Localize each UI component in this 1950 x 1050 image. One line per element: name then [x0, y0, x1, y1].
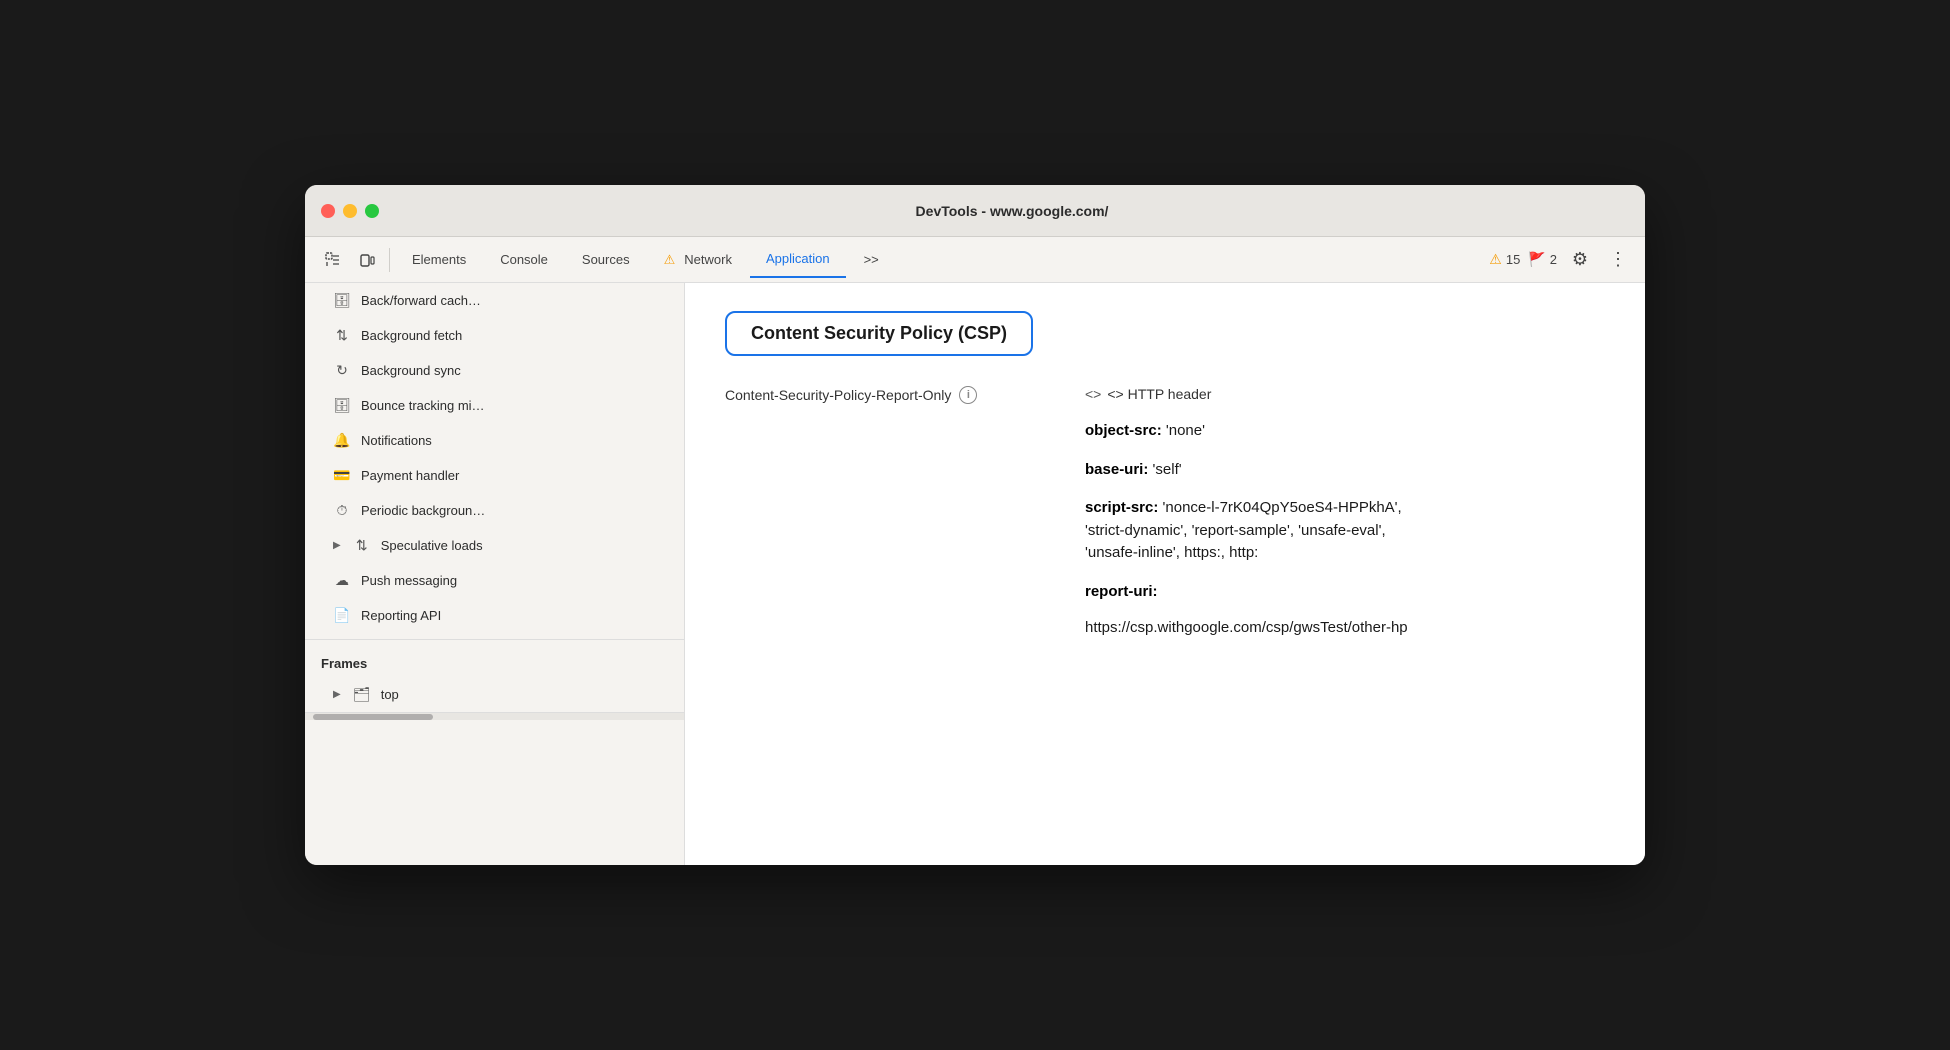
speculative-icon: ⇅	[353, 537, 371, 554]
sync-icon: ↻	[333, 362, 351, 379]
frames-folder-icon: 🗂	[353, 686, 371, 703]
more-options-button[interactable]: ⋮	[1603, 245, 1633, 275]
tab-elements[interactable]: Elements	[396, 242, 482, 278]
http-header-tag: <> <> HTTP header	[1085, 384, 1211, 402]
csp-script-src: script-src: 'nonce-l-7rK04QpY5oeS4-HPPkh…	[1085, 497, 1605, 565]
csp-details: object-src: 'none' base-uri: 'self' scri…	[725, 408, 1605, 636]
sidebar-item-push-messaging[interactable]: ☁ Push messaging	[305, 563, 684, 598]
code-brackets-icon: <>	[1085, 386, 1101, 402]
window-title: DevTools - www.google.com/	[395, 203, 1629, 219]
payment-icon: 💳	[333, 467, 351, 484]
warning-icon: ⚠	[1489, 251, 1502, 268]
bell-icon: 🔔	[333, 432, 351, 449]
network-warning-icon: ⚠	[664, 252, 676, 268]
info-icon[interactable]: i	[959, 386, 977, 404]
sidebar-item-frames-top[interactable]: ▶ 🗂 top	[305, 677, 684, 712]
sidebar-bottom-scrollbar-thumb[interactable]	[313, 714, 433, 720]
toolbar-divider-1	[389, 248, 390, 272]
sidebar-item-bounce-tracking[interactable]: 🗄 Bounce tracking mi…	[305, 388, 684, 423]
devtools-window: DevTools - www.google.com/ Elements Cons…	[305, 185, 1645, 865]
tab-more[interactable]: >>	[848, 242, 895, 278]
policy-label: Content-Security-Policy-Report-Only i	[725, 384, 1085, 404]
sidebar-item-payment-handler[interactable]: 💳 Payment handler	[305, 458, 684, 493]
close-button[interactable]	[321, 204, 335, 218]
sidebar-bottom-scrollbar	[305, 712, 684, 720]
sidebar-item-background-fetch[interactable]: ⇅ Background fetch	[305, 318, 684, 353]
toolbar: Elements Console Sources ⚠ Network Appli…	[305, 237, 1645, 283]
error-icon: 🚩	[1528, 251, 1545, 268]
warning-badge[interactable]: ⚠ 15	[1489, 251, 1520, 268]
csp-base-uri: base-uri: 'self'	[1085, 459, 1605, 482]
error-badge[interactable]: 🚩 2	[1528, 251, 1557, 268]
sidebar-item-notifications[interactable]: 🔔 Notifications	[305, 423, 684, 458]
csp-object-src: object-src: 'none'	[1085, 420, 1605, 443]
document-icon: 📄	[333, 607, 351, 624]
tab-network[interactable]: ⚠ Network	[648, 242, 748, 278]
main-container: 🗄 Back/forward cach… ⇅ Background fetch …	[305, 283, 1645, 865]
sidebar-item-speculative-loads[interactable]: ▶ ⇅ Speculative loads	[305, 528, 684, 563]
tab-console[interactable]: Console	[484, 242, 564, 278]
title-bar: DevTools - www.google.com/	[305, 185, 1645, 237]
sidebar: 🗄 Back/forward cach… ⇅ Background fetch …	[305, 283, 685, 865]
expand-icon: ▶	[333, 540, 341, 551]
sidebar-item-background-sync[interactable]: ↻ Background sync	[305, 353, 684, 388]
csp-report-uri-value: https://csp.withgoogle.com/csp/gwsTest/o…	[1085, 619, 1605, 636]
bounce-icon: 🗄	[333, 397, 351, 414]
sidebar-divider	[305, 639, 684, 640]
tab-application[interactable]: Application	[750, 242, 846, 278]
csp-title: Content Security Policy (CSP)	[725, 311, 1033, 356]
maximize-button[interactable]	[365, 204, 379, 218]
csp-row: Content-Security-Policy-Report-Only i <>…	[725, 384, 1605, 404]
inspect-element-button[interactable]	[317, 244, 349, 276]
device-toolbar-button[interactable]	[351, 244, 383, 276]
database-icon: 🗄	[333, 292, 351, 309]
csp-report-uri: report-uri:	[1085, 581, 1605, 604]
sidebar-item-periodic-background[interactable]: ⏱ Periodic backgroun…	[305, 493, 684, 528]
frames-expand-icon: ▶	[333, 689, 341, 700]
clock-icon: ⏱	[333, 502, 351, 519]
content-panel: Content Security Policy (CSP) Content-Se…	[685, 283, 1645, 865]
cloud-icon: ☁	[333, 572, 351, 589]
toolbar-right: ⚠ 15 🚩 2 ⚙ ⋮	[1489, 245, 1633, 275]
sidebar-item-back-forward-cache[interactable]: 🗄 Back/forward cach…	[305, 283, 684, 318]
settings-button[interactable]: ⚙	[1565, 245, 1595, 275]
minimize-button[interactable]	[343, 204, 357, 218]
frames-section-header: Frames	[305, 646, 684, 677]
sidebar-item-reporting-api[interactable]: 📄 Reporting API	[305, 598, 684, 633]
upload-download-icon: ⇅	[333, 327, 351, 344]
traffic-lights	[321, 204, 379, 218]
tab-sources[interactable]: Sources	[566, 242, 646, 278]
